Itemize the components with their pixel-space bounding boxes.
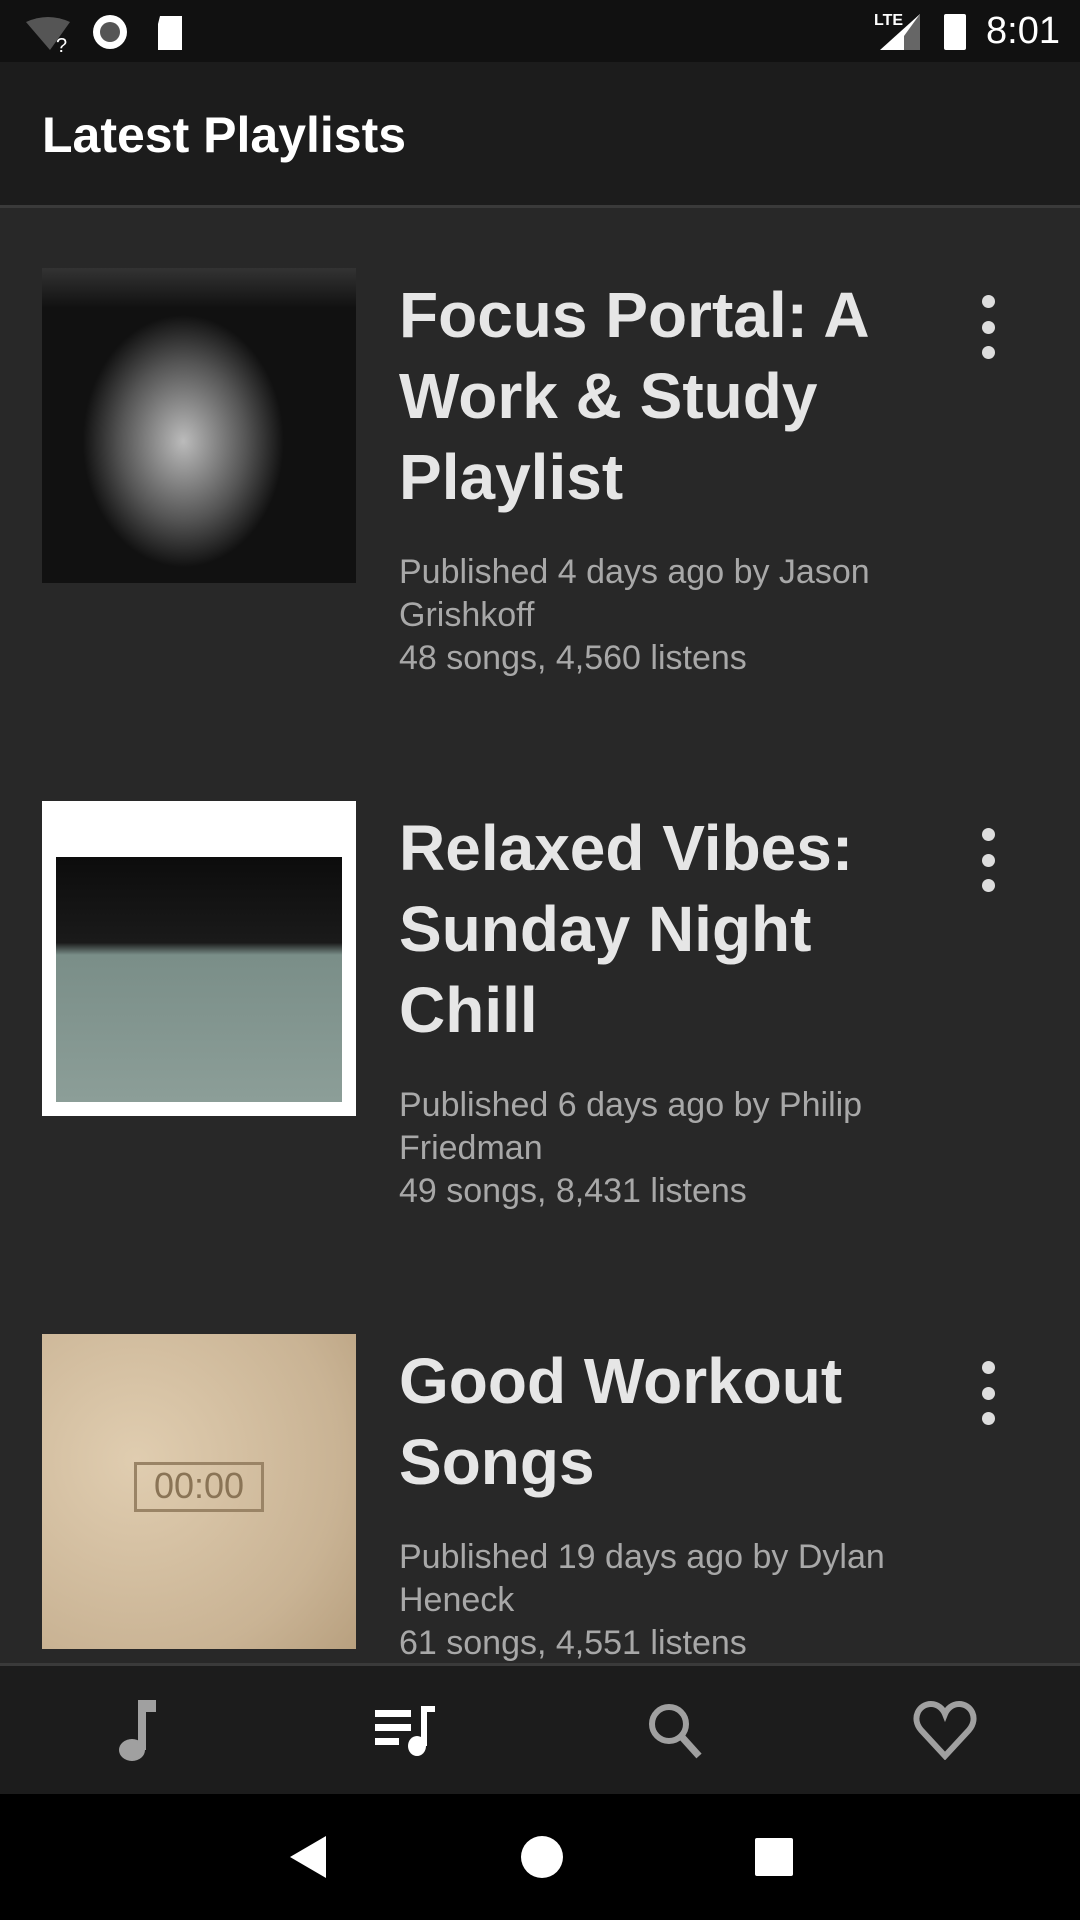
playlist-icon — [375, 1706, 435, 1756]
back-icon[interactable] — [286, 1834, 330, 1880]
playlist-list[interactable]: Focus Portal: A Work & Study Playlist Pu… — [0, 211, 1080, 1663]
more-options-icon[interactable] — [970, 1361, 1006, 1425]
album-art[interactable]: 00:00 — [42, 1334, 356, 1649]
playlist-stats: 49 songs, 8,431 listens — [399, 1172, 747, 1210]
playlist-published: Published 6 days ago by Philip Friedman — [399, 1086, 863, 1167]
recents-icon[interactable] — [754, 1837, 794, 1877]
page-title: Latest Playlists — [42, 107, 407, 163]
status-left-icons: ? — [26, 15, 182, 54]
nav-search-button[interactable] — [540, 1666, 810, 1794]
playlist-item[interactable]: 00:00 Good Workout Songs Published 19 da… — [0, 1277, 1080, 1663]
system-navigation-bar — [0, 1794, 1080, 1920]
album-art[interactable] — [42, 801, 356, 1116]
svg-text:?: ? — [56, 35, 67, 54]
home-icon[interactable] — [520, 1835, 564, 1879]
bottom-navigation — [0, 1663, 1080, 1794]
battery-icon — [944, 14, 966, 50]
playlist-title[interactable]: Relaxed Vibes: Sunday Night Chill — [399, 808, 959, 1051]
music-note-icon — [119, 1700, 156, 1761]
album-art[interactable] — [42, 268, 356, 583]
playlist-title[interactable]: Good Workout Songs — [399, 1341, 959, 1503]
status-bar: ? LTE 8:01 — [0, 0, 1080, 62]
playlist-published: Published 4 days ago by Jason Grishkoff — [399, 553, 870, 634]
sd-card-icon — [158, 16, 182, 50]
app-bar: Latest Playlists — [0, 62, 1080, 208]
playlist-item[interactable]: Focus Portal: A Work & Study Playlist Pu… — [0, 211, 1080, 744]
playlist-title[interactable]: Focus Portal: A Work & Study Playlist — [399, 275, 959, 518]
heart-icon — [913, 1700, 977, 1760]
search-icon — [649, 1704, 702, 1759]
playlist-item[interactable]: Relaxed Vibes: Sunday Night Chill Publis… — [0, 744, 1080, 1277]
more-options-icon[interactable] — [970, 828, 1006, 892]
nav-favorites-button[interactable] — [810, 1666, 1080, 1794]
clock: 8:01 — [986, 10, 1060, 52]
more-options-icon[interactable] — [970, 295, 1006, 359]
playlist-stats: 48 songs, 4,560 listens — [399, 639, 747, 677]
playlist-stats: 61 songs, 4,551 listens — [399, 1624, 747, 1662]
nav-playlists-button[interactable] — [270, 1666, 540, 1794]
nav-songs-button[interactable] — [0, 1666, 270, 1794]
playlist-published: Published 19 days ago by Dylan Heneck — [399, 1538, 885, 1619]
